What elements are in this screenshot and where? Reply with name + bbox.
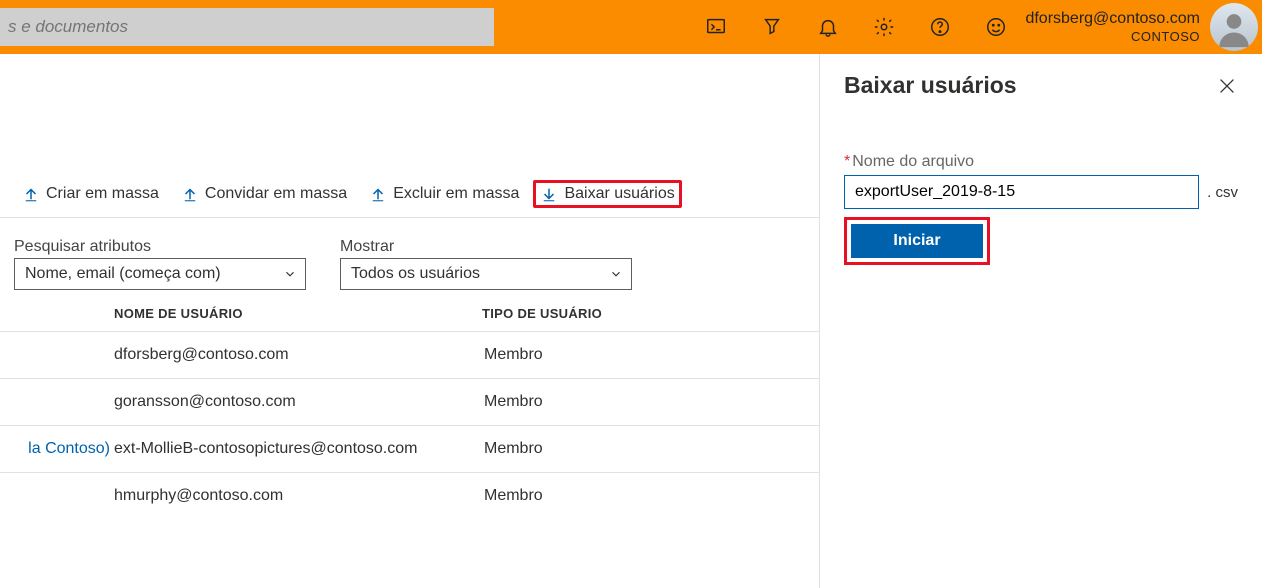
- help-icon[interactable]: [929, 16, 951, 38]
- table-row[interactable]: hmurphy@contoso.comMembro: [0, 472, 819, 519]
- table-row[interactable]: dforsberg@contoso.comMembro: [0, 331, 819, 378]
- search-attributes-dropdown[interactable]: Nome, email (começa com): [14, 258, 306, 290]
- user-org-text: CONTOSO: [1025, 29, 1200, 45]
- bulk-invite-button[interactable]: Convidar em massa: [173, 181, 355, 207]
- file-extension-text: . csv: [1207, 184, 1238, 201]
- col-type-header[interactable]: TIPO DE USUÁRIO: [482, 306, 805, 321]
- start-button[interactable]: Iniciar: [851, 224, 983, 258]
- chevron-down-icon: [609, 267, 623, 281]
- bulk-invite-label: Convidar em massa: [205, 185, 347, 203]
- upload-icon: [22, 185, 40, 203]
- account-menu[interactable]: dforsberg@contoso.com CONTOSO: [1025, 3, 1262, 51]
- col-username-header[interactable]: NOME DE USUÁRIO: [114, 306, 482, 321]
- users-table: NOME DE USUÁRIO TIPO DE USUÁRIO dforsber…: [0, 300, 819, 519]
- row-username: dforsberg@contoso.com: [114, 346, 484, 364]
- download-users-panel: Baixar usuários *Nome do arquivo . csv I…: [820, 54, 1262, 588]
- row-type: Membro: [484, 440, 805, 458]
- global-search-input[interactable]: [0, 8, 494, 46]
- bulk-create-label: Criar em massa: [46, 185, 159, 203]
- gear-icon[interactable]: [873, 16, 895, 38]
- filter-icon[interactable]: [761, 16, 783, 38]
- upload-icon: [181, 185, 199, 203]
- close-icon[interactable]: [1216, 75, 1238, 97]
- chevron-down-icon: [283, 267, 297, 281]
- show-label: Mostrar: [340, 238, 632, 256]
- feedback-smile-icon[interactable]: [985, 16, 1007, 38]
- row-type: Membro: [484, 346, 805, 364]
- search-attributes-label: Pesquisar atributos: [14, 238, 306, 256]
- row-username: hmurphy@contoso.com: [114, 487, 484, 505]
- table-row[interactable]: la Contoso)ext-MollieB-contosopictures@c…: [0, 425, 819, 472]
- command-bar: Criar em massa Convidar em massa Excluir…: [0, 174, 819, 218]
- table-row[interactable]: goransson@contoso.comMembro: [0, 378, 819, 425]
- cloud-shell-icon[interactable]: [705, 16, 727, 38]
- user-email-text: dforsberg@contoso.com: [1025, 9, 1200, 29]
- bulk-create-button[interactable]: Criar em massa: [14, 181, 167, 207]
- row-username: goransson@contoso.com: [114, 393, 484, 411]
- avatar: [1210, 3, 1258, 51]
- download-icon: [540, 185, 558, 203]
- show-dropdown[interactable]: Todos os usuários: [340, 258, 632, 290]
- show-value: Todos os usuários: [351, 265, 480, 283]
- col-spacer: [14, 306, 114, 321]
- notifications-icon[interactable]: [817, 16, 839, 38]
- row-type: Membro: [484, 393, 805, 411]
- row-tag: la Contoso): [14, 440, 114, 458]
- panel-title: Baixar usuários: [844, 72, 1017, 99]
- download-users-button[interactable]: Baixar usuários: [533, 180, 681, 208]
- row-username: ext-MollieB-contosopictures@contoso.com: [114, 440, 484, 458]
- filename-label: *Nome do arquivo: [844, 153, 1238, 171]
- row-type: Membro: [484, 487, 805, 505]
- bulk-delete-label: Excluir em massa: [393, 185, 519, 203]
- upload-icon: [369, 185, 387, 203]
- bulk-delete-button[interactable]: Excluir em massa: [361, 181, 527, 207]
- search-attributes-value: Nome, email (começa com): [25, 265, 221, 283]
- download-users-label: Baixar usuários: [564, 185, 674, 203]
- filename-input[interactable]: [844, 175, 1199, 209]
